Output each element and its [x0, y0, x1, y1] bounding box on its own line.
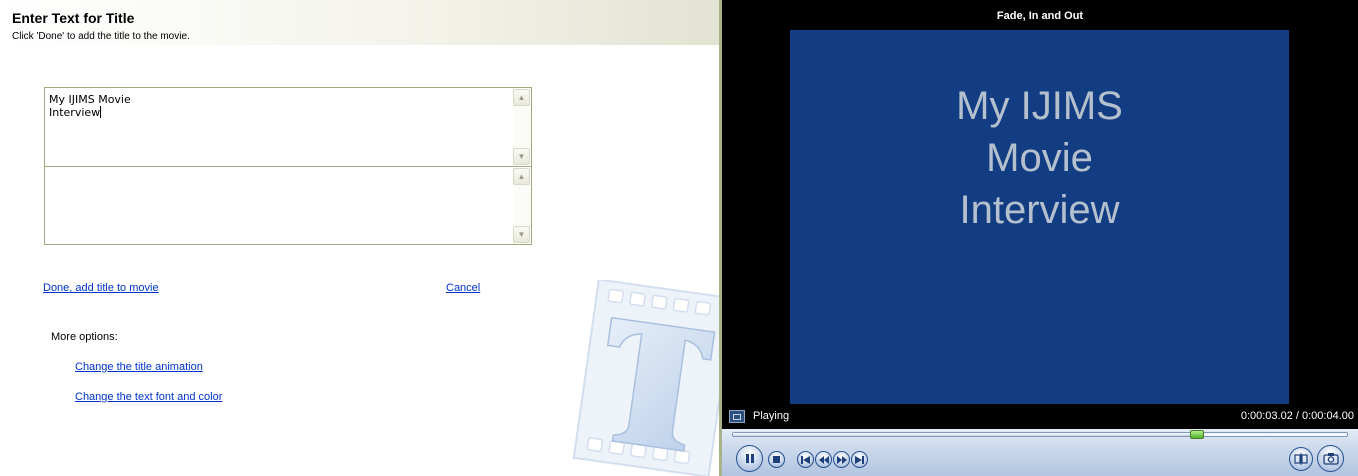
- page-title: Enter Text for Title: [12, 10, 135, 26]
- take-picture-button[interactable]: [1317, 445, 1344, 472]
- fast-forward-icon: [836, 455, 847, 464]
- next-icon: [855, 455, 864, 464]
- done-add-title-link[interactable]: Done, add title to movie: [43, 282, 159, 294]
- stop-icon: [773, 456, 780, 463]
- scroll-up-icon[interactable]: ▲: [513, 168, 530, 185]
- full-screen-icon[interactable]: [729, 410, 745, 423]
- video-frame-text: My IJIMS Movie Interview: [790, 80, 1289, 236]
- preview-title: Fade, In and Out: [996, 10, 1084, 22]
- seek-bar-thumb[interactable]: [1189, 430, 1204, 439]
- change-title-animation-link[interactable]: Change the title animation: [75, 361, 203, 373]
- editor-header: Enter Text for Title Click 'Done' to add…: [0, 0, 719, 45]
- pause-button[interactable]: [736, 445, 763, 472]
- pause-icon: [745, 454, 754, 463]
- page-subtitle: Click 'Done' to add the title to the mov…: [12, 31, 190, 42]
- title-text-scrollbar[interactable]: ▲ ▼: [513, 89, 530, 165]
- split-clip-icon: [1294, 453, 1308, 465]
- title-text-field[interactable]: My IJIMS Movie Interview ▲ ▼: [44, 87, 532, 167]
- playback-controls: [722, 429, 1358, 476]
- rewind-icon: [818, 455, 829, 464]
- playback-status: Playing: [753, 410, 790, 422]
- split-clip-button[interactable]: [1289, 447, 1313, 471]
- change-text-font-color-link[interactable]: Change the text font and color: [75, 391, 222, 403]
- more-options-label: More options:: [51, 331, 118, 343]
- subtitle-text-scrollbar[interactable]: ▲ ▼: [513, 168, 530, 243]
- seek-bar[interactable]: [732, 430, 1348, 439]
- cancel-link[interactable]: Cancel: [446, 282, 480, 294]
- frame-line: My IJIMS: [956, 84, 1123, 128]
- subtitle-text-field[interactable]: ▲ ▼: [44, 166, 532, 245]
- rewind-button[interactable]: [815, 451, 832, 468]
- fast-forward-button[interactable]: [833, 451, 850, 468]
- previous-button[interactable]: [797, 451, 814, 468]
- scroll-up-icon[interactable]: ▲: [513, 89, 530, 106]
- seek-bar-progress: [733, 433, 1197, 436]
- scroll-down-icon[interactable]: ▼: [513, 226, 530, 243]
- frame-line: Movie: [986, 136, 1093, 180]
- video-frame: My IJIMS Movie Interview: [790, 30, 1289, 404]
- previous-icon: [801, 455, 810, 464]
- camera-icon: [1322, 453, 1339, 465]
- title-editor-panel: Enter Text for Title Click 'Done' to add…: [0, 0, 719, 476]
- title-text-value: My IJIMS Movie Interview: [49, 93, 131, 119]
- next-button[interactable]: [851, 451, 868, 468]
- frame-line: Interview: [959, 188, 1120, 232]
- title-t-watermark-icon: [572, 280, 719, 476]
- preview-monitor: Fade, In and Out My IJIMS Movie Intervie…: [719, 0, 1358, 476]
- scroll-down-icon[interactable]: ▼: [513, 148, 530, 165]
- stop-button[interactable]: [768, 451, 785, 468]
- playback-status-bar: Playing 0:00:03.02 / 0:00:04.00: [722, 404, 1358, 429]
- text-caret: [100, 106, 102, 118]
- playback-time: 0:00:03.02 / 0:00:04.00: [1240, 410, 1354, 422]
